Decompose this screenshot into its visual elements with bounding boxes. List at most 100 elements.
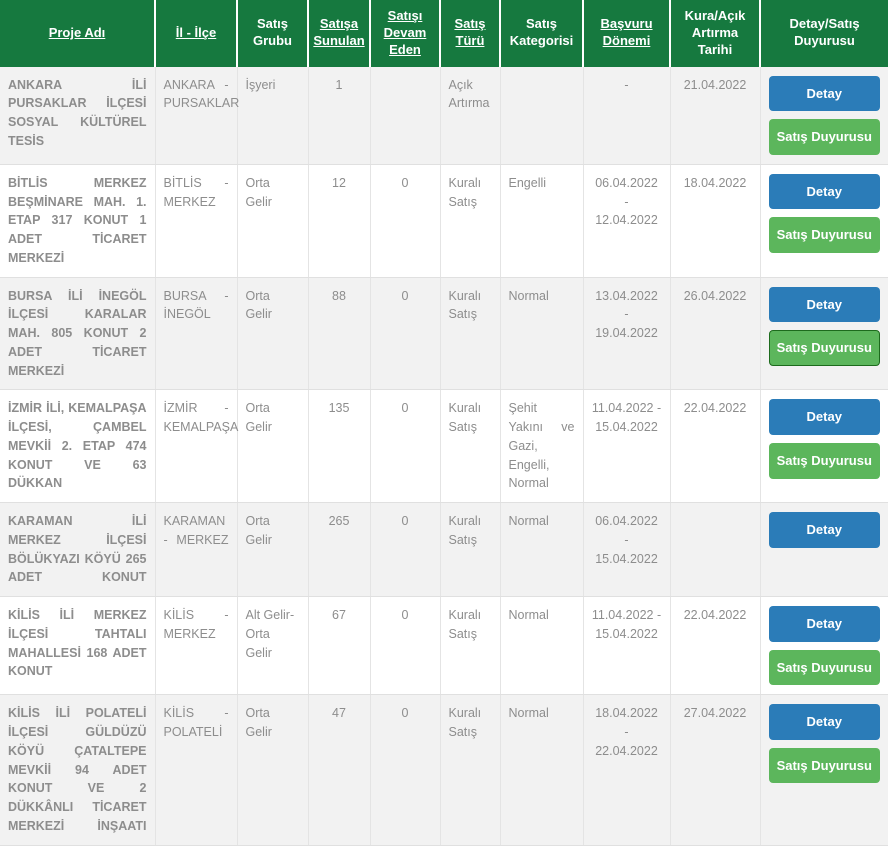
column-header-label: Detay/Satış (789, 16, 860, 32)
satis-duyurusu-button[interactable]: Satış Duyurusu (768, 217, 880, 254)
column-header-satis-grubu: Satış Grubu (237, 0, 309, 67)
column-header-satisa-sunulan[interactable]: Satışa Sunulan (308, 0, 371, 67)
sale-group-cell: Orta Gelir (237, 277, 309, 391)
actions-cell: Detay Satış Duyurusu (760, 277, 888, 391)
draw-date-cell: 26.04.2022 (670, 277, 761, 391)
sale-category-cell: Şehit Yakını ve Gazi, Engelli, Normal (500, 389, 584, 504)
sale-type-cell: Kuralı Satış (440, 277, 501, 391)
project-name-cell: KİLİS İLİ POLATELİ İLÇESİ GÜLDÜZÜ KÖYÜ Ç… (0, 694, 156, 846)
sale-group-cell: İşyeri (237, 66, 309, 165)
province-district-cell: ANKARA - PURSAKLAR (155, 66, 239, 165)
sale-category-cell: Normal (500, 277, 584, 391)
draw-date-cell (670, 502, 761, 598)
sale-group-cell: Orta Gelir (237, 502, 309, 598)
offered-count-cell: 47 (308, 694, 371, 846)
sale-type-cell: Kuralı Satış (440, 389, 501, 504)
sale-group-cell: Alt Gelir- Orta Gelir (237, 596, 309, 696)
column-header-label: Artırma (691, 24, 739, 40)
column-header-label: Duyurusu (794, 33, 855, 49)
column-header-basvuru-donemi[interactable]: Başvuru Dönemi (583, 0, 671, 67)
draw-date-cell: 22.04.2022 (670, 389, 761, 504)
satis-duyurusu-button[interactable]: Satış Duyurusu (768, 747, 880, 784)
column-header-label[interactable]: Eden (389, 42, 421, 57)
detay-button[interactable]: Detay (768, 173, 880, 210)
column-header-satis-turu[interactable]: Satış Türü (440, 0, 501, 67)
column-header-label[interactable]: İl - İlçe (176, 25, 216, 40)
table-body: ANKARA İLİ PURSAKLAR İLÇESİ SOSYAL KÜLTÜ… (0, 66, 888, 846)
ongoing-count-cell: 0 (370, 389, 441, 504)
column-header-il-ilce[interactable]: İl - İlçe (155, 0, 238, 67)
table-row: ANKARA İLİ PURSAKLAR İLÇESİ SOSYAL KÜLTÜ… (0, 66, 888, 165)
sale-category-cell: Normal (500, 596, 584, 696)
satis-duyurusu-button[interactable]: Satış Duyurusu (768, 330, 880, 366)
offered-count-cell: 265 (308, 502, 371, 598)
ongoing-count-cell: 0 (370, 596, 441, 696)
table-row: KARAMAN İLİ MERKEZ İLÇESİ BÖLÜKYAZI KÖYÜ… (0, 502, 888, 598)
sale-category-cell: Engelli (500, 164, 584, 278)
offered-count-cell: 12 (308, 164, 371, 278)
column-header-label[interactable]: Proje Adı (49, 25, 106, 40)
ongoing-count-cell: 0 (370, 277, 441, 391)
column-header-label[interactable]: Satış (454, 16, 485, 31)
offered-count-cell: 88 (308, 277, 371, 391)
draw-date-cell: 18.04.2022 (670, 164, 761, 278)
column-header-label[interactable]: Türü (456, 33, 485, 48)
column-header-satis-kategorisi: Satış Kategorisi (500, 0, 584, 67)
application-period-cell: - (583, 66, 671, 165)
province-district-cell: KİLİS - POLATELİ (155, 694, 238, 846)
actions-cell: Detay Satış Duyurusu (760, 389, 888, 504)
table-row: İZMİR İLİ, KEMALPAŞA İLÇESİ, ÇAMBEL MEVK… (0, 389, 888, 504)
column-header-label[interactable]: Başvuru (600, 16, 652, 31)
detay-button[interactable]: Detay (768, 606, 880, 642)
sale-category-cell (500, 66, 584, 165)
satis-duyurusu-button[interactable]: Satış Duyurusu (768, 442, 880, 479)
detay-button[interactable]: Detay (768, 286, 880, 323)
detay-button[interactable]: Detay (768, 704, 880, 740)
table-row: KİLİS İLİ MERKEZ İLÇESİ TAHTALI MAHALLES… (0, 596, 888, 696)
sale-category-cell: Normal (500, 502, 584, 598)
column-header-proje-adi[interactable]: Proje Adı (0, 0, 156, 67)
sale-type-cell: Açık Artırma (440, 66, 501, 165)
column-header-label: Satış (256, 16, 289, 32)
project-name-cell: BURSA İLİ İNEGÖL İLÇESİ KARALAR MAH. 805… (0, 277, 156, 391)
sale-type-cell: Kuralı Satış (440, 502, 501, 598)
column-header-detay-satis-duyurusu: Detay/Satış Duyurusu (760, 0, 888, 67)
application-period-cell: 11.04.2022 - 15.04.2022 (583, 596, 671, 696)
sale-category-cell: Normal (500, 694, 584, 846)
project-name-cell: İZMİR İLİ, KEMALPAŞA İLÇESİ, ÇAMBEL MEVK… (0, 389, 156, 504)
detay-button[interactable]: Detay (768, 75, 880, 112)
projects-table: Proje Adı İl - İlçe Satış Grubu Satışa Sunula… (0, 0, 888, 846)
table-header: Proje Adı İl - İlçe Satış Grubu Satışa Sunula… (0, 0, 888, 67)
province-district-cell: BURSA - İNEGÖL (155, 277, 238, 391)
table-row: BURSA İLİ İNEGÖL İLÇESİ KARALAR MAH. 805… (0, 277, 888, 391)
province-district-cell: İZMİR - KEMALPAŞA (155, 389, 238, 504)
satis-duyurusu-button[interactable]: Satış Duyurusu (768, 119, 880, 155)
column-header-label[interactable]: Satışı (388, 8, 423, 23)
province-district-cell: KİLİS - MERKEZ (155, 596, 238, 696)
actions-cell: Detay Satış Duyurusu (760, 596, 888, 696)
draw-date-cell: 27.04.2022 (670, 694, 761, 846)
project-name-cell: KARAMAN İLİ MERKEZ İLÇESİ BÖLÜKYAZI KÖYÜ… (0, 502, 156, 598)
offered-count-cell: 1 (308, 66, 371, 165)
detay-button[interactable]: Detay (768, 399, 880, 435)
actions-cell: Detay Satış Duyurusu (760, 694, 888, 846)
satis-duyurusu-button[interactable]: Satış Duyurusu (768, 649, 880, 686)
table-row: BİTLİS MERKEZ BEŞMİNARE MAH. 1. ETAP 317… (0, 164, 888, 278)
sale-group-cell: Orta Gelir (237, 389, 309, 504)
column-header-satisi-devam-eden[interactable]: Satışı Devam Eden (370, 0, 441, 67)
sale-type-cell: Kuralı Satış (440, 164, 501, 278)
ongoing-count-cell (370, 66, 441, 165)
detay-button[interactable]: Detay (768, 512, 880, 548)
application-period-cell: 18.04.2022 - 22.04.2022 (583, 694, 671, 846)
province-district-cell: KARAMAN - MERKEZ (155, 502, 238, 598)
project-name-cell: BİTLİS MERKEZ BEŞMİNARE MAH. 1. ETAP 317… (0, 164, 156, 278)
actions-cell: Detay (760, 502, 888, 598)
column-header-label[interactable]: Sunulan (313, 33, 364, 48)
column-header-label[interactable]: Satışa (320, 16, 358, 31)
column-header-label[interactable]: Devam (384, 25, 427, 40)
column-header-label: Satış (525, 16, 558, 32)
column-header-label[interactable]: Dönemi (603, 33, 651, 48)
project-name-cell: ANKARA İLİ PURSAKLAR İLÇESİ SOSYAL KÜLTÜ… (0, 66, 156, 165)
province-district-cell: BİTLİS - MERKEZ (155, 164, 238, 278)
sale-group-cell: Orta Gelir (237, 164, 309, 278)
